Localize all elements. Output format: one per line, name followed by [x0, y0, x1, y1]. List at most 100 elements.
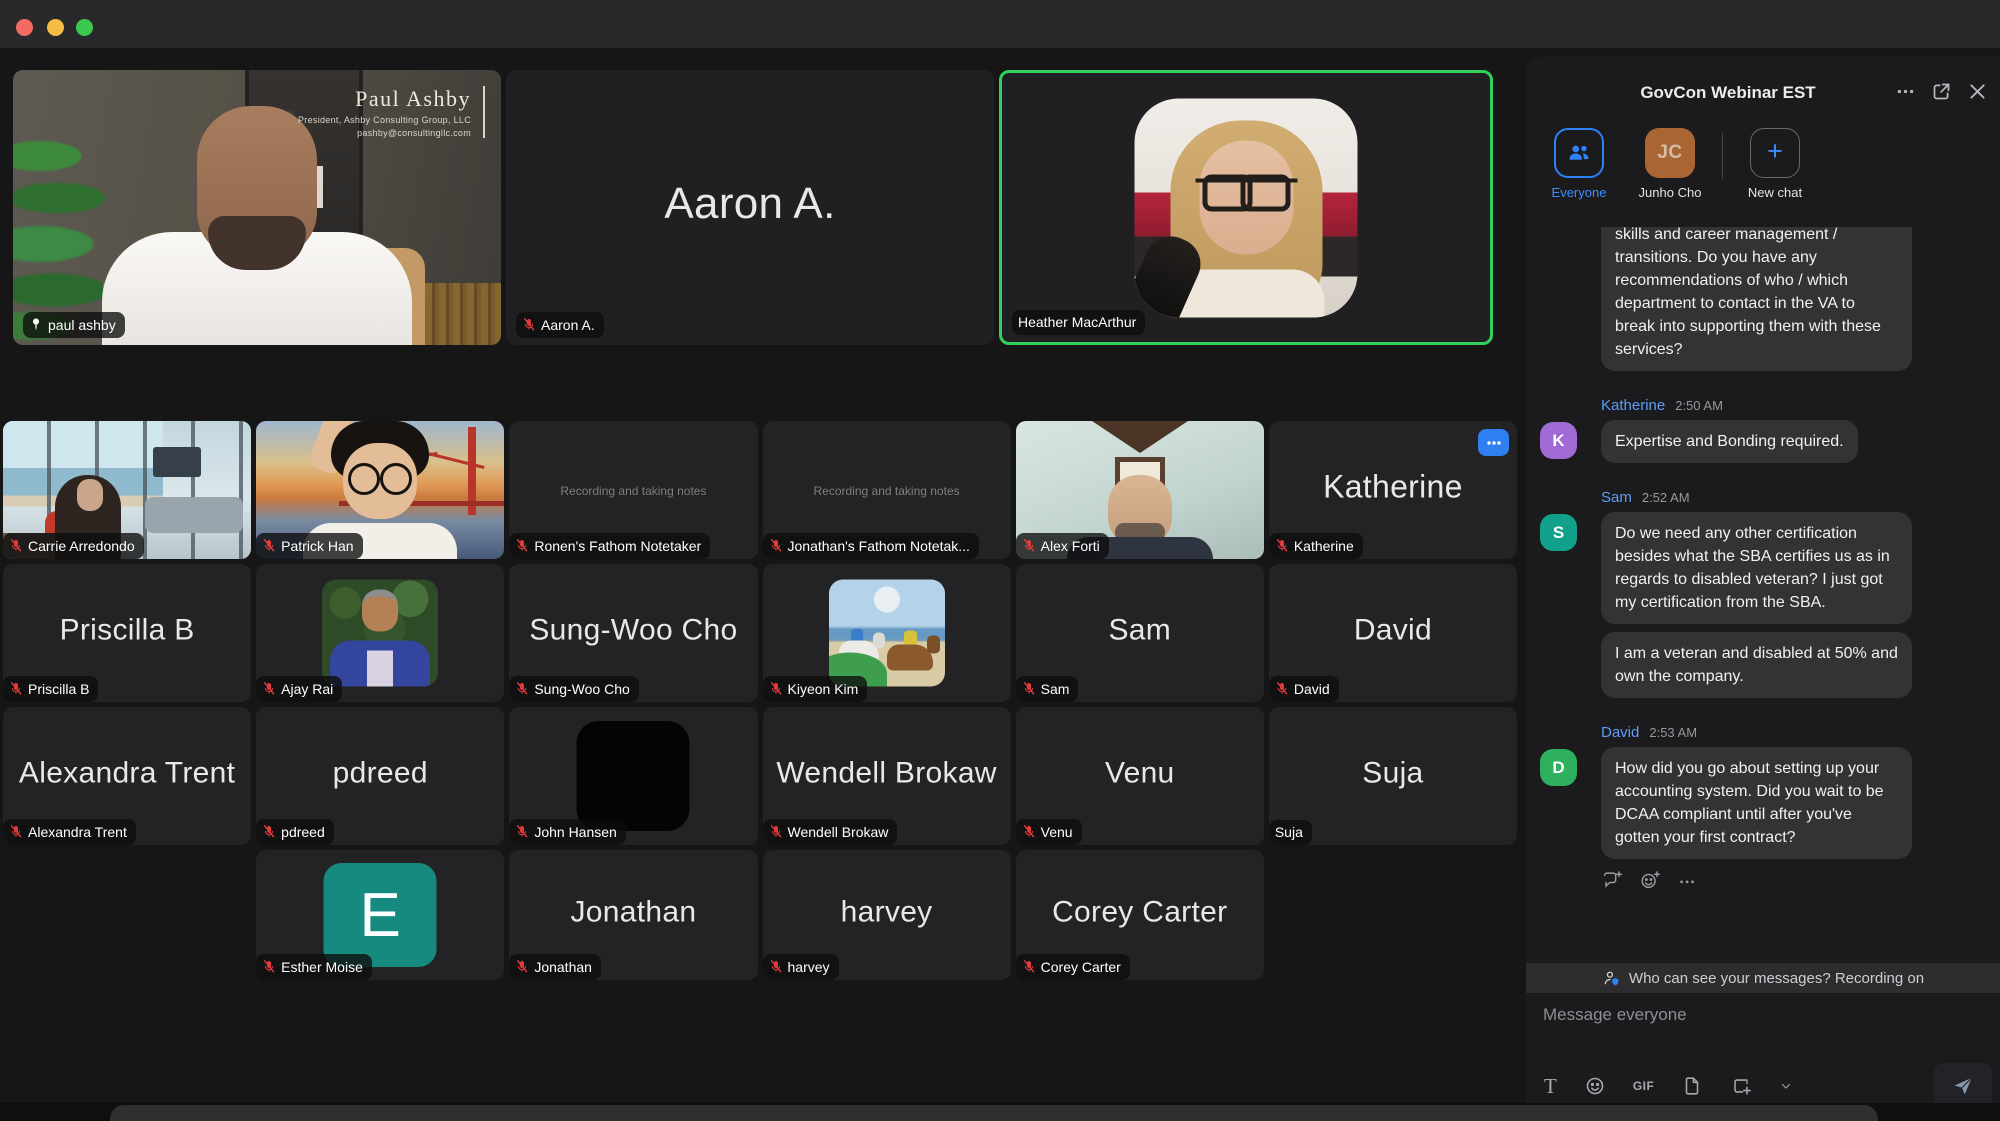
participant-name-tag: Heather MacArthur — [1012, 310, 1145, 335]
muted-mic-icon — [1022, 537, 1036, 554]
minimize-window-button[interactable] — [47, 19, 64, 36]
tab-junho-cho[interactable]: JC Junho Cho — [1630, 128, 1710, 200]
add-reaction-icon[interactable] — [1639, 869, 1661, 891]
tile-katherine[interactable]: Katherine Katherine — [1269, 421, 1517, 559]
tile-john-hansen[interactable]: John Hansen — [509, 707, 757, 845]
participant-avatar-photo — [1135, 98, 1358, 317]
message-time: 2:53 AM — [1649, 725, 1697, 740]
participant-name-tag: Patrick Han — [256, 533, 362, 559]
participant-name-label: Sam — [1041, 681, 1070, 697]
tile-alex-forti[interactable]: Alex Forti — [1016, 421, 1264, 559]
participant-name-label: Ronen's Fathom Notetaker — [534, 538, 701, 554]
tile-harvey[interactable]: harvey harvey — [763, 850, 1011, 980]
tile-jonathan[interactable]: Jonathan Jonathan — [509, 850, 757, 980]
tile-carrie-arredondo[interactable]: Carrie Arredondo — [3, 421, 251, 559]
message-visibility-notice[interactable]: Who can see your messages? Recording on — [1526, 963, 2000, 993]
composer-toolbar: T GIF — [1544, 1071, 1793, 1101]
participant-display-name: Venu — [1016, 756, 1264, 790]
emoji-icon[interactable] — [1584, 1075, 1606, 1097]
message-input[interactable]: Message everyone — [1543, 1005, 1687, 1025]
chat-message: K Katherine 2:50 AM Expertise and Bondin… — [1526, 397, 2000, 463]
tile-venu[interactable]: Venu Venu — [1016, 707, 1264, 845]
message-bubble: skills and career management / transitio… — [1601, 227, 1912, 371]
muted-mic-icon — [1275, 537, 1289, 554]
tile-alexandra-trent[interactable]: Alexandra Trent Alexandra Trent — [3, 707, 251, 845]
reply-in-thread-icon[interactable] — [1601, 869, 1623, 891]
tile-esther-moise[interactable]: E Esther Moise — [256, 850, 504, 980]
tile-priscilla[interactable]: Priscilla B Priscilla B — [3, 564, 251, 702]
tile-paul-ashby[interactable]: Paul Ashby President, Ashby Consulting G… — [13, 70, 501, 345]
message-time: 2:52 AM — [1642, 490, 1690, 505]
tile-suja[interactable]: Suja Suja — [1269, 707, 1517, 845]
tile-jonathan-notetaker[interactable]: Recording and taking notes Jonathan's Fa… — [763, 421, 1011, 559]
participant-display-name: Corey Carter — [1016, 895, 1264, 929]
screenshot-icon[interactable] — [1730, 1075, 1752, 1097]
close-chat-icon[interactable] — [1967, 81, 1988, 102]
muted-mic-icon — [515, 823, 529, 840]
participant-name-label: Alex Forti — [1041, 538, 1100, 554]
window-title-bar — [0, 0, 2000, 48]
participant-name-label: Heather MacArthur — [1018, 314, 1136, 330]
tab-everyone-label: Everyone — [1552, 185, 1607, 200]
send-icon — [1952, 1075, 1974, 1097]
close-window-button[interactable] — [16, 19, 33, 36]
participant-avatar-initial: E — [324, 863, 437, 967]
tile-kiyeon-kim[interactable]: Kiyeon Kim — [763, 564, 1011, 702]
participant-name-label: Esther Moise — [281, 959, 363, 975]
message-author[interactable]: Katherine — [1601, 397, 1665, 414]
muted-mic-icon — [1022, 823, 1036, 840]
participant-display-name: Sam — [1016, 613, 1264, 647]
avatar: S — [1540, 514, 1577, 551]
message-author[interactable]: Sam — [1601, 489, 1632, 506]
participant-name-label: Priscilla B — [28, 681, 89, 697]
tile-ronen-notetaker[interactable]: Recording and taking notes Ronen's Fatho… — [509, 421, 757, 559]
tile-patrick-han[interactable]: Patrick Han — [256, 421, 504, 559]
avatar: D — [1540, 749, 1577, 786]
notetaker-status-text: Recording and taking notes — [509, 484, 757, 498]
participant-display-name: David — [1269, 613, 1517, 647]
participant-name-label: Kiyeon Kim — [788, 681, 859, 697]
tile-sam[interactable]: Sam Sam — [1016, 564, 1264, 702]
more-actions-icon[interactable] — [1677, 869, 1699, 891]
gif-icon[interactable]: GIF — [1633, 1079, 1655, 1093]
tile-david[interactable]: David David — [1269, 564, 1517, 702]
tile-wendell-brokaw[interactable]: Wendell Brokaw Wendell Brokaw — [763, 707, 1011, 845]
message-time: 2:50 AM — [1675, 398, 1723, 413]
fullscreen-window-button[interactable] — [76, 19, 93, 36]
participant-name-label: Wendell Brokaw — [788, 824, 889, 840]
notetaker-status-text: Recording and taking notes — [763, 484, 1011, 498]
tile-menu-button[interactable] — [1478, 429, 1509, 456]
overlay-name: Paul Ashby — [298, 86, 471, 112]
attach-file-icon[interactable] — [1681, 1075, 1703, 1097]
tile-heather-macarthur[interactable]: Heather MacArthur — [999, 70, 1493, 345]
muted-mic-icon — [769, 680, 783, 697]
tabs-divider — [1722, 133, 1723, 179]
message-author[interactable]: David — [1601, 724, 1639, 741]
tab-everyone[interactable]: Everyone — [1539, 128, 1619, 200]
chevron-down-icon[interactable] — [1779, 1079, 1793, 1093]
participant-display-name: Wendell Brokaw — [763, 756, 1011, 790]
participant-name-label: Aaron A. — [541, 317, 595, 333]
pop-out-chat-icon[interactable] — [1931, 81, 1952, 102]
message-bubble: Expertise and Bonding required. — [1601, 420, 1858, 463]
tile-sungwoo-cho[interactable]: Sung-Woo Cho Sung-Woo Cho — [509, 564, 757, 702]
participant-name-label: Jonathan — [534, 959, 592, 975]
participant-name-tag: Ronen's Fathom Notetaker — [509, 533, 710, 559]
participant-avatar-photo — [322, 580, 438, 687]
tile-corey-carter[interactable]: Corey Carter Corey Carter — [1016, 850, 1264, 980]
muted-mic-icon — [262, 680, 276, 697]
tile-ajay-rai[interactable]: Ajay Rai — [256, 564, 504, 702]
participant-name-tag: Sam — [1016, 676, 1079, 702]
tile-pdreed[interactable]: pdreed pdreed — [256, 707, 504, 845]
participant-display-name: pdreed — [256, 756, 504, 790]
chat-message-list[interactable]: skills and career management / transitio… — [1526, 227, 2000, 963]
chat-more-options-icon[interactable] — [1895, 81, 1916, 102]
muted-mic-icon — [262, 537, 276, 554]
zoom-meeting-window: Paul Ashby President, Ashby Consulting G… — [0, 0, 2000, 1121]
new-chat-button[interactable]: + New chat — [1735, 128, 1815, 200]
tab-junho-label: Junho Cho — [1639, 185, 1702, 200]
tile-aaron[interactable]: Aaron A. Aaron A. — [506, 70, 994, 345]
participant-avatar-photo — [577, 721, 690, 831]
format-text-icon[interactable]: T — [1544, 1074, 1557, 1099]
overlay-title: President, Ashby Consulting Group, LLC — [298, 115, 471, 125]
